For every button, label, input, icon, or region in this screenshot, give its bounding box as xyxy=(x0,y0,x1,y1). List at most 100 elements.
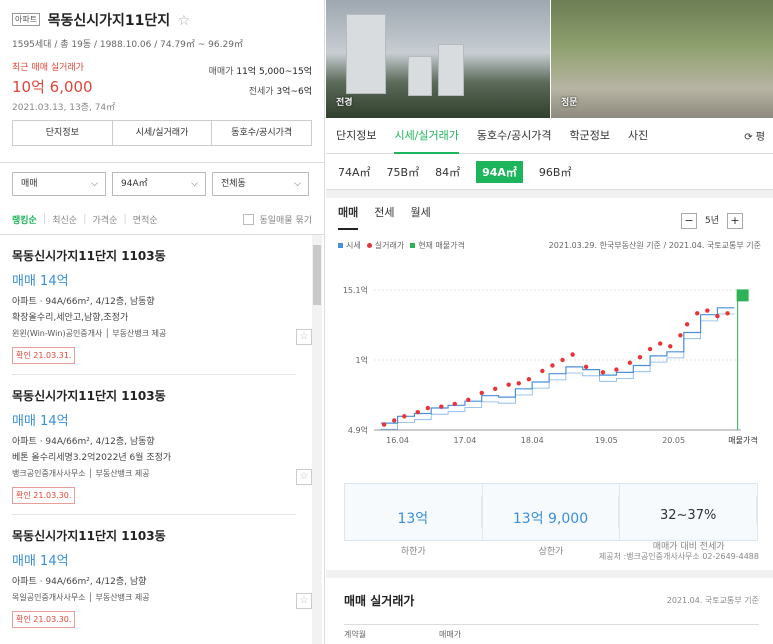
sort-latest[interactable]: 최신순 xyxy=(52,213,77,226)
complex-header: 아파트 목동신시가지11단지 ☆ 1595세대 / 총 19동 / 1988.1… xyxy=(0,0,324,113)
actual-trade-point xyxy=(526,377,532,382)
sale-range: 11억 5,000~15억 xyxy=(236,67,312,77)
list-item[interactable]: 목동신시가지11단지 1103동 매매 14억 아파트 · 94A/66m², … xyxy=(0,235,324,375)
actual-trade-point xyxy=(402,414,407,419)
confirm-badge: 확인 21.03.30. xyxy=(12,487,76,504)
star-icon[interactable]: ☆ xyxy=(296,469,312,485)
refresh-icon: ⟳ xyxy=(744,132,753,143)
listing-price: 매매 14억 xyxy=(12,554,69,569)
chevron-down-icon: ⌵ xyxy=(91,179,98,189)
list-item[interactable]: 목동신시가지11단지 1103동 매매 14억 아파트 · 94A/66m², … xyxy=(0,515,324,644)
x-tick-label: 19.05 xyxy=(595,436,618,445)
sort-ranking[interactable]: 랭킹순 xyxy=(12,213,37,226)
area-select[interactable]: 94A㎡ ⌵ xyxy=(112,172,206,196)
actual-trade-point xyxy=(637,355,643,360)
x-tick-label: 매물가격 xyxy=(728,435,757,445)
sort-area[interactable]: 면적순 xyxy=(133,213,158,226)
provider-text: 제공처 :뱅크공인중개사사무소 02-2649-4488 xyxy=(598,552,759,561)
actual-legend-icon xyxy=(366,243,372,248)
list-item[interactable]: 목동신시가지11단지 1103동 매매 14억 아파트 · 94A/66m², … xyxy=(0,375,324,515)
listing-agent: 목일공인중개사사무소 │ 부동산뱅크 제공 xyxy=(12,593,150,602)
group-same-checkbox[interactable]: 동일매물 묶기 xyxy=(243,213,312,226)
deal-type-select[interactable]: 매매 ⌵ xyxy=(12,172,106,196)
tab-monthly[interactable]: 월세 xyxy=(411,198,431,230)
detail-tabs: 단지정보 시세/실거래가 동호수/공시가격 학군정보 사진 ⟳ 평 xyxy=(326,118,773,154)
tab-price[interactable]: 시세/실거래가 xyxy=(113,121,213,145)
actual-trade-point xyxy=(668,344,673,349)
filter-bar: 매매 ⌵ 94A㎡ ⌵ 전체동 ⌵ xyxy=(0,163,324,205)
y-tick-label: 4.9억 xyxy=(348,425,368,435)
actual-trade-point xyxy=(381,422,387,427)
listing-agent: 뱅크공인중개사사무소 │ 부동산뱅크 제공 xyxy=(12,469,150,478)
sort-price[interactable]: 가격순 xyxy=(93,213,118,226)
tab-unit-price[interactable]: 동호수/공시가격 xyxy=(212,121,311,145)
actual-trade-point xyxy=(614,367,619,372)
tab-sale[interactable]: 매매 xyxy=(338,198,359,230)
actual-trade-point xyxy=(657,341,663,346)
period-value: 5년 xyxy=(704,216,719,226)
actual-trade-point xyxy=(506,382,511,387)
x-tick-label: 17.04 xyxy=(453,436,476,445)
listing-info: 아파트 · 94A/66m², 4/12층, 남동향 xyxy=(12,437,155,447)
actual-trade-point xyxy=(466,397,471,403)
tab-unit-price[interactable]: 동호수/공시가격 xyxy=(477,118,552,154)
price-chart[interactable]: 15.1억 1억 4.9억 16.04 17.04 18.04 19.05 20.05 매물가격 xyxy=(326,278,773,458)
listing-name: 목동신시가지11단지 1103동 xyxy=(12,249,166,263)
actual-trade-point xyxy=(439,404,444,409)
tab-jeonse[interactable]: 전세 xyxy=(374,198,394,230)
trades-title: 매매 실거래가 xyxy=(344,594,415,608)
tab-school[interactable]: 학군정보 xyxy=(569,118,609,154)
jeonse-label: 전세가 xyxy=(248,87,274,97)
market-legend-icon xyxy=(338,243,343,248)
actual-trade-point xyxy=(715,313,720,319)
tab-complex-info[interactable]: 단지정보 xyxy=(336,118,376,154)
photo-gate[interactable]: 정문 xyxy=(551,0,773,118)
jeonse-range: 3억~6억 xyxy=(276,87,312,97)
refresh-button[interactable]: ⟳ 평 xyxy=(744,128,765,143)
zoom-out-button[interactable]: − xyxy=(680,213,697,229)
dong-select[interactable]: 전체동 ⌵ xyxy=(212,172,309,196)
listing-info: 아파트 · 94A/66m², 4/12층, 남향 xyxy=(12,577,147,587)
col-price: 매매가 xyxy=(439,630,462,639)
chart-basis: 2021.03.29. 한국부동산원 기준 / 2021.04. 국토교통부 기… xyxy=(548,241,761,250)
area-tab[interactable]: 75B㎡ xyxy=(387,164,420,180)
chevron-down-icon: ⌵ xyxy=(294,179,301,189)
actual-trade-point xyxy=(560,357,565,363)
listing-agent: 윈윈(Win-Win)공인중개사 │ 부동산뱅크 제공 xyxy=(12,329,167,338)
tab-complex-info[interactable]: 단지정보 xyxy=(13,121,113,145)
chevron-down-icon: ⌵ xyxy=(191,179,198,189)
zoom-in-button[interactable]: + xyxy=(727,213,743,229)
current-legend-icon xyxy=(410,243,416,248)
actual-trade-point xyxy=(725,311,730,316)
detail-panel: 전경 정문 단지정보 시세/실거래가 동호수/공시가격 학군정보 사진 ⟳ 평 … xyxy=(326,0,773,644)
listing-info: 아파트 · 94A/66m², 4/12층, 남동향 xyxy=(12,297,155,307)
photo-label: 전경 xyxy=(336,98,353,108)
actual-trade-point xyxy=(600,370,606,375)
tab-photos[interactable]: 사진 xyxy=(628,118,648,154)
area-tab-selected[interactable]: 94A㎡ xyxy=(476,160,523,183)
star-icon[interactable]: ☆ xyxy=(296,593,312,609)
stat-value: 13억 xyxy=(345,496,482,528)
photo-label: 정문 xyxy=(561,98,578,108)
actual-trade-point xyxy=(516,381,521,386)
tab-price[interactable]: 시세/실거래가 xyxy=(394,118,459,154)
sale-label: 매매가 xyxy=(208,67,234,77)
listing-price: 매매 14억 xyxy=(12,274,69,289)
actual-trade-point xyxy=(627,360,633,365)
area-tabs: 74A㎡ 75B㎡ 84㎡ 94A㎡ 96B㎡ xyxy=(326,154,773,190)
area-tab[interactable]: 74A㎡ xyxy=(338,164,371,180)
price-stats: 13억 하한가 13억 9,000 상한가 32~37% 매매가 대비 전세가 xyxy=(344,483,758,557)
stat-value: 13억 9,000 xyxy=(483,496,620,528)
complex-name: 목동신시가지11단지 xyxy=(47,13,171,29)
actual-trade-point xyxy=(493,386,498,392)
stat-value: 32~37% xyxy=(620,496,758,523)
star-icon[interactable]: ☆ xyxy=(296,329,312,345)
actual-trade-point xyxy=(570,352,575,357)
actual-trade-point xyxy=(479,390,484,396)
photo-exterior[interactable]: 전경 xyxy=(326,0,550,118)
area-tab[interactable]: 84㎡ xyxy=(435,164,460,180)
favorite-star-icon[interactable]: ☆ xyxy=(178,13,191,29)
actual-trade-point xyxy=(452,401,458,407)
period-control: − 5년 + xyxy=(680,205,743,237)
area-tab[interactable]: 96B㎡ xyxy=(539,164,572,180)
